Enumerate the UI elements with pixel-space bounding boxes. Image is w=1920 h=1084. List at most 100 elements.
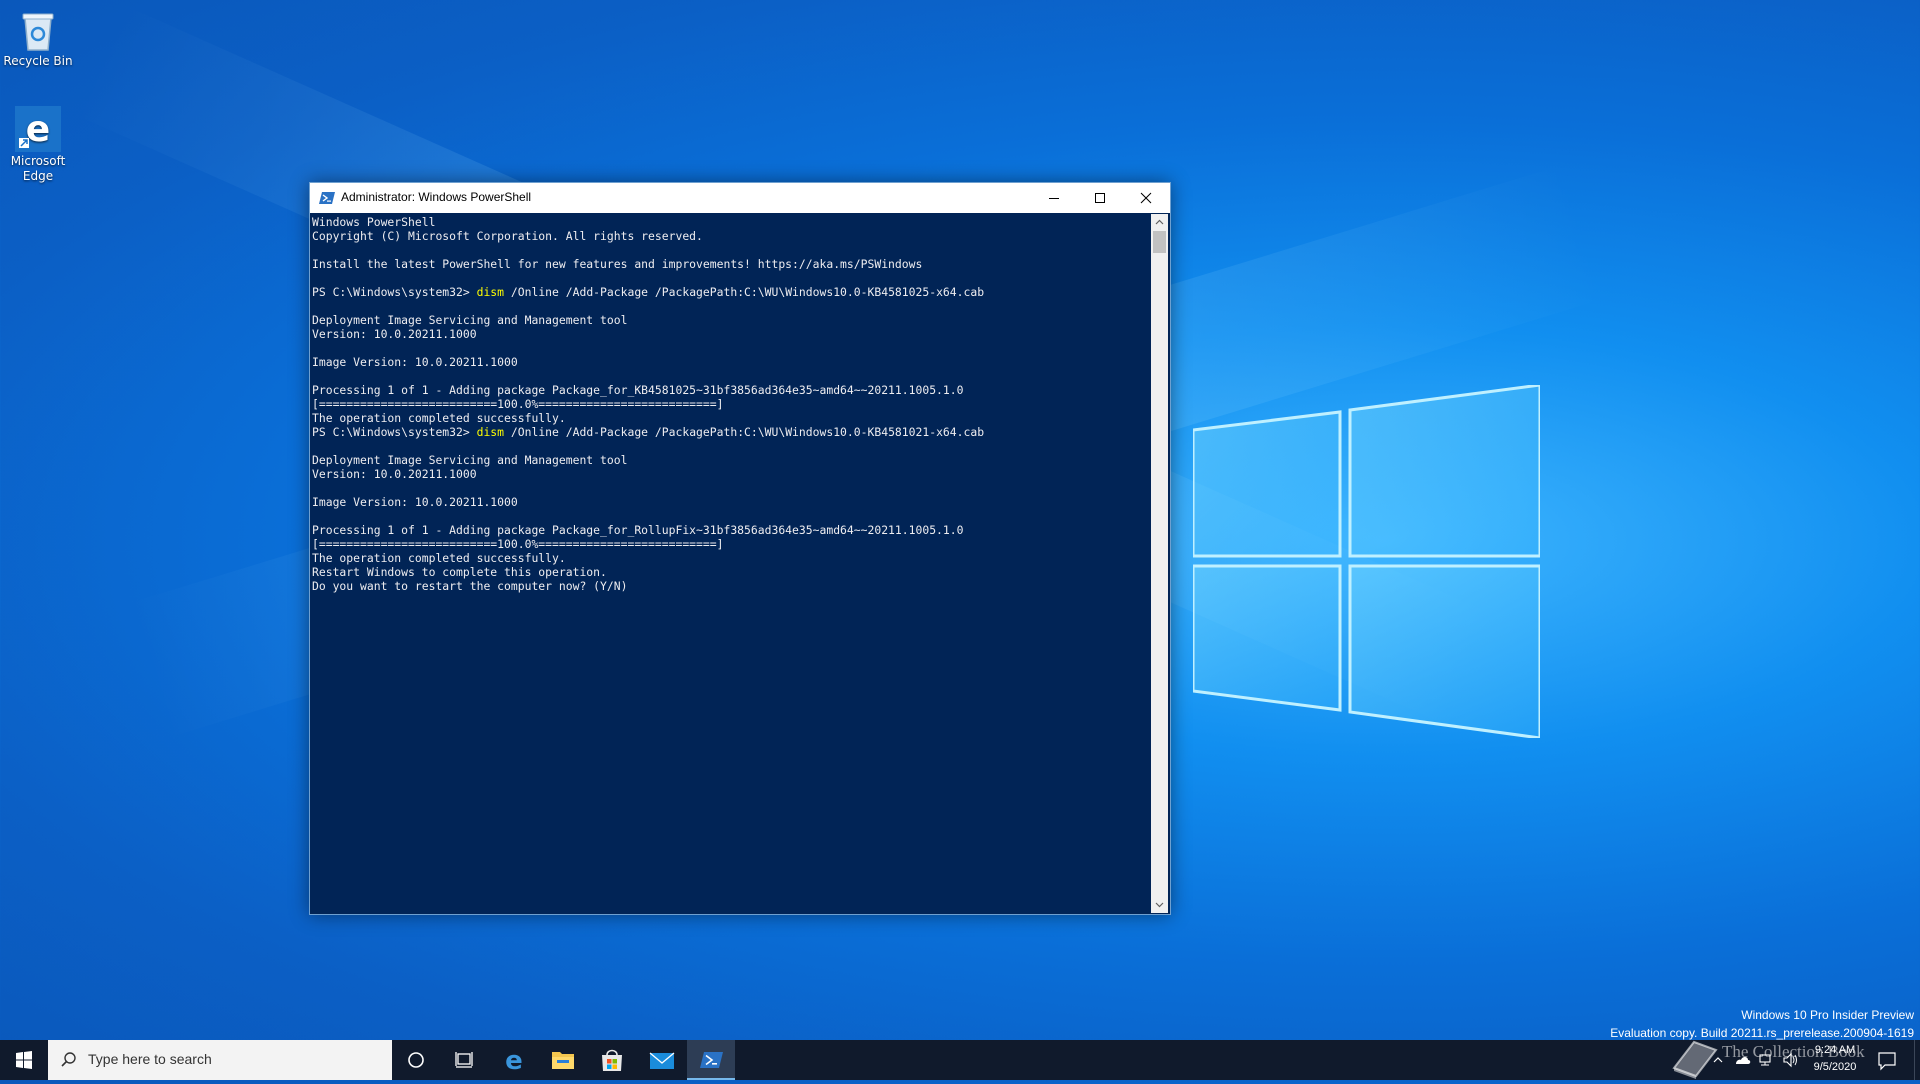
chevron-down-icon <box>1155 902 1164 908</box>
desktop-icon-label: Recycle Bin <box>3 54 73 68</box>
task-view-icon <box>455 1052 473 1068</box>
minimize-icon <box>1049 198 1059 199</box>
taskbar-task-view-button[interactable] <box>440 1040 488 1080</box>
folder-icon <box>552 1052 574 1069</box>
console-text: Restart Windows to complete this operati… <box>312 565 607 579</box>
console-line: Processing 1 of 1 - Adding package Packa… <box>312 523 1148 537</box>
maximize-button[interactable] <box>1077 183 1123 213</box>
desktop: Recycle Bin e Microsoft Edge Windows 10 … <box>0 0 1920 1040</box>
console-text: Copyright (C) Microsoft Corporation. All… <box>312 229 703 243</box>
windows-start-icon <box>16 1051 32 1069</box>
scroll-down-button[interactable] <box>1151 896 1168 913</box>
window-titlebar[interactable]: Administrator: Windows PowerShell <box>310 183 1170 213</box>
console-line: Processing 1 of 1 - Adding package Packa… <box>312 383 1148 397</box>
console-text: Version: 10.0.20211.1000 <box>312 327 477 341</box>
chevron-up-icon <box>1155 219 1164 225</box>
minimize-button[interactable] <box>1031 183 1077 213</box>
console-line: Do you want to restart the computer now?… <box>312 579 1148 593</box>
book-icon <box>1672 1040 1718 1079</box>
console-line: PS C:\Windows\system32> dism /Online /Ad… <box>312 425 1148 439</box>
show-desktop-button[interactable] <box>1914 1040 1920 1080</box>
console-line: [==========================100.0%=======… <box>312 397 1148 411</box>
console-text: Deployment Image Servicing and Managemen… <box>312 453 628 467</box>
console-text: Deployment Image Servicing and Managemen… <box>312 313 628 327</box>
taskbar-store-button[interactable] <box>588 1040 636 1080</box>
console-line: The operation completed successfully. <box>312 411 1148 425</box>
mail-icon <box>649 1052 675 1069</box>
console-line: Version: 10.0.20211.1000 <box>312 467 1148 481</box>
desktop-icon-recycle-bin[interactable]: Recycle Bin <box>0 8 76 69</box>
console-line: [==========================100.0%=======… <box>312 537 1148 551</box>
desktop-icon-label: Microsoft Edge <box>10 154 66 183</box>
console-text: The operation completed successfully. <box>312 411 566 425</box>
console-line: Image Version: 10.0.20211.1000 <box>312 355 1148 369</box>
console-text: PS C:\Windows\system32> <box>312 425 477 439</box>
scroll-thumb[interactable] <box>1153 231 1166 253</box>
console-text: The operation completed successfully. <box>312 551 566 565</box>
console-text: [==========================100.0%=======… <box>312 397 724 411</box>
console-text: Processing 1 of 1 - Adding package Packa… <box>312 523 964 537</box>
console-text: Windows PowerShell <box>312 215 436 229</box>
console-line: Deployment Image Servicing and Managemen… <box>312 453 1148 467</box>
console-text: Processing 1 of 1 - Adding package Packa… <box>312 383 964 397</box>
recycle-bin-icon <box>22 13 54 51</box>
console-text: Image Version: 10.0.20211.1000 <box>312 495 518 509</box>
maximize-icon <box>1095 193 1105 203</box>
taskbar-search-box[interactable]: Type here to search <box>48 1040 392 1080</box>
cortana-icon <box>408 1052 424 1068</box>
search-placeholder: Type here to search <box>88 1051 212 1067</box>
store-icon <box>602 1049 622 1071</box>
powershell-icon <box>700 1052 723 1068</box>
taskbar-edge-button[interactable]: e <box>490 1040 538 1080</box>
console-line: Windows PowerShell <box>312 215 1148 229</box>
console-text: Install the latest PowerShell for new fe… <box>312 257 923 271</box>
console-line: Image Version: 10.0.20211.1000 <box>312 495 1148 509</box>
console-text: /Online /Add-Package /PackagePath:C:\WU\… <box>504 425 985 439</box>
edge-icon: e <box>505 1046 523 1076</box>
taskbar-file-explorer-button[interactable] <box>539 1040 587 1080</box>
svg-text:e: e <box>26 109 50 150</box>
taskbar-powershell-button[interactable] <box>687 1040 735 1080</box>
scroll-up-button[interactable] <box>1151 214 1168 231</box>
console-line: Deployment Image Servicing and Managemen… <box>312 313 1148 327</box>
overlay-text: The Collection Book <box>1722 1042 1865 1061</box>
console-lines: Windows PowerShell Copyright (C) Microsof… <box>312 215 1148 593</box>
console-output[interactable]: Windows PowerShell Copyright (C) Microsof… <box>312 215 1148 912</box>
console-text: Version: 10.0.20211.1000 <box>312 467 477 481</box>
console-line: The operation completed successfully. <box>312 551 1148 565</box>
console-text: [==========================100.0%=======… <box>312 537 724 551</box>
powershell-window[interactable]: Administrator: Windows PowerShell Window… <box>309 182 1171 915</box>
collection-book-overlay: The Collection Book <box>1670 1034 1906 1080</box>
console-keyword: dism <box>476 425 505 439</box>
window-title: Administrator: Windows PowerShell <box>341 190 532 204</box>
console-line: Install the latest PowerShell for new fe… <box>312 257 1148 271</box>
desktop-icon-microsoft-edge[interactable]: e Microsoft Edge <box>0 106 76 184</box>
powershell-icon <box>319 192 335 204</box>
taskbar-mail-button[interactable] <box>637 1040 685 1080</box>
svg-text:e: e <box>505 1046 523 1076</box>
edge-icon: e <box>15 106 61 152</box>
close-button[interactable] <box>1123 183 1169 213</box>
taskbar-cortana-button[interactable] <box>392 1040 440 1080</box>
vertical-scrollbar[interactable] <box>1151 214 1168 913</box>
console-line: PS C:\Windows\system32> dism /Online /Ad… <box>312 285 1148 299</box>
windows-logo-wallpaper <box>1193 385 1540 738</box>
console-text: Image Version: 10.0.20211.1000 <box>312 355 518 369</box>
close-icon <box>1140 192 1152 204</box>
search-icon <box>61 1052 76 1067</box>
watermark-edition: Windows 10 Pro Insider Preview <box>1741 1008 1914 1022</box>
console-text: Do you want to restart the computer now?… <box>312 579 628 593</box>
console-text: PS C:\Windows\system32> <box>312 285 477 299</box>
console-text: /Online /Add-Package /PackagePath:C:\WU\… <box>504 285 985 299</box>
console-line: Copyright (C) Microsoft Corporation. All… <box>312 229 1148 243</box>
console-line: Restart Windows to complete this operati… <box>312 565 1148 579</box>
start-button[interactable] <box>0 1040 48 1080</box>
console-keyword: dism <box>476 285 505 299</box>
